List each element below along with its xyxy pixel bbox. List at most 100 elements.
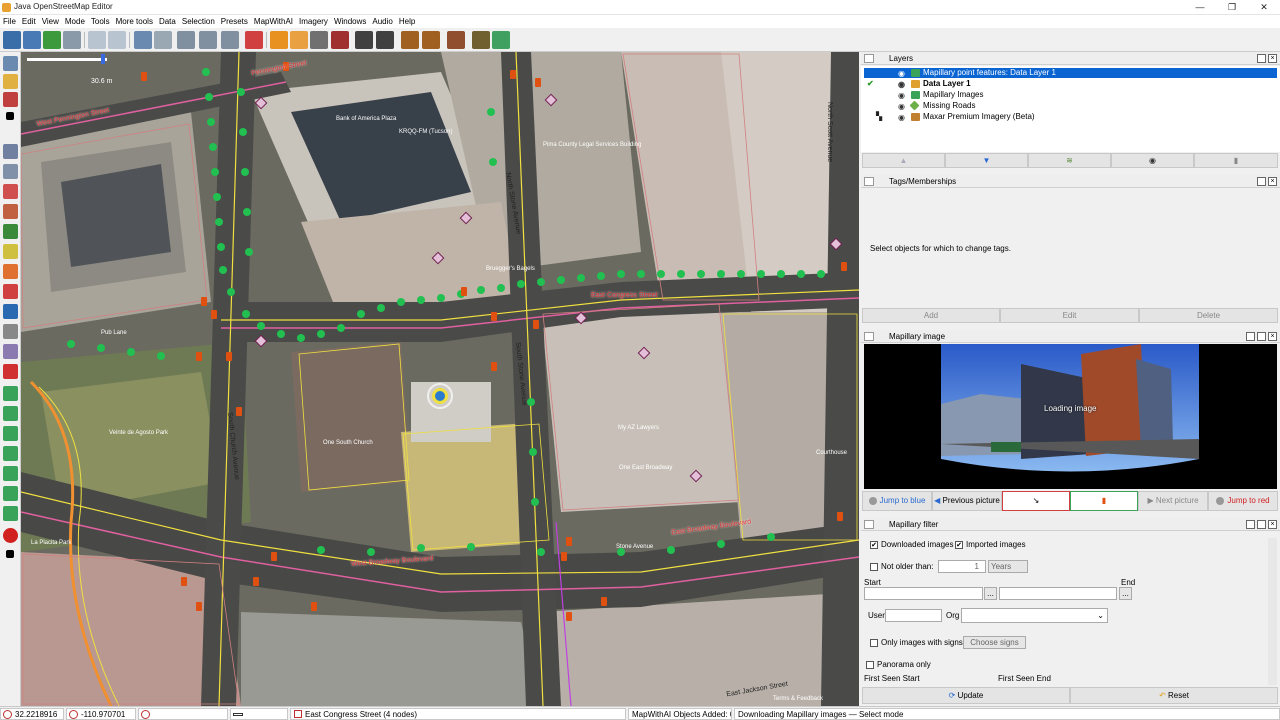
menu-presets[interactable]: Presets: [218, 15, 251, 28]
panel-close-icon[interactable]: ×: [1268, 520, 1277, 529]
panel-toggle-icon[interactable]: [864, 54, 874, 63]
menu-more-tools[interactable]: More tools: [113, 15, 156, 28]
not-older-value-field[interactable]: 1: [938, 560, 986, 573]
mapwithai-icon[interactable]: [492, 31, 510, 49]
next-picture-button[interactable]: ▶ Next picture: [1138, 491, 1208, 511]
previous-picture-button[interactable]: ◀ Previous picture: [932, 491, 1002, 511]
menu-view[interactable]: View: [39, 15, 62, 28]
layers-toggle-icon[interactable]: [3, 144, 18, 159]
org-select[interactable]: ⌄: [961, 608, 1108, 623]
move-up-button[interactable]: ▲: [862, 153, 945, 168]
visibility-eye-icon[interactable]: ◉: [898, 102, 905, 112]
user-field[interactable]: [885, 609, 942, 622]
menu-help[interactable]: Help: [396, 15, 418, 28]
layers-panel-header[interactable]: Layers ×: [861, 52, 1280, 65]
panel-toggle-icon[interactable]: [864, 177, 874, 186]
checkbox-icon[interactable]: ✔: [955, 540, 963, 549]
panorama-only-checkbox[interactable]: Panorama only: [866, 660, 931, 669]
more-tools-arrow-icon[interactable]: [6, 112, 14, 120]
update-button[interactable]: ⟳ Update: [862, 687, 1070, 704]
visibility-eye-icon[interactable]: ◉: [898, 91, 905, 101]
relations-icon[interactable]: [3, 204, 18, 219]
conflict-icon[interactable]: [3, 284, 18, 299]
checkbox-icon[interactable]: [870, 562, 878, 571]
only-signs-checkbox[interactable]: Only images with signs: [870, 638, 963, 647]
maximize-button[interactable]: ❐: [1216, 0, 1248, 15]
mapillary-icon[interactable]: [3, 386, 18, 401]
mapillary-history-icon[interactable]: [3, 446, 18, 461]
location-pin-icon[interactable]: [3, 364, 18, 379]
undock-icon[interactable]: [1257, 54, 1266, 63]
download-icon[interactable]: [43, 31, 61, 49]
more-panels-arrow-icon[interactable]: [6, 550, 14, 558]
map-paint-icon[interactable]: [3, 224, 18, 239]
reverse-way-icon[interactable]: [245, 31, 263, 49]
start-date-field[interactable]: [864, 587, 983, 600]
tags-toggle-icon[interactable]: [3, 164, 18, 179]
menu-imagery[interactable]: Imagery: [296, 15, 331, 28]
delete-layer-button[interactable]: ▮: [1194, 153, 1278, 168]
mapillary-download-icon[interactable]: [3, 466, 18, 481]
choose-signs-button[interactable]: Choose signs: [963, 636, 1026, 649]
mapillary-image-panel-header[interactable]: Mapillary image ×: [861, 330, 1280, 343]
filter-scrollbar[interactable]: [1268, 538, 1277, 685]
layer-row-mapillary-points[interactable]: ◉ Mapillary point features: Data Layer 1: [864, 68, 1277, 78]
end-date-field[interactable]: [999, 587, 1117, 600]
stop-icon[interactable]: [3, 528, 18, 543]
open-file-icon[interactable]: [3, 31, 21, 49]
menu-mapwithai[interactable]: MapWithAI: [251, 15, 296, 28]
notes-icon[interactable]: [3, 344, 18, 359]
preset-info-icon[interactable]: [401, 31, 419, 49]
improve-way-icon[interactable]: [3, 92, 18, 107]
layer-row-maxar[interactable]: ▚ ◉ Maxar Premium Imagery (Beta): [864, 112, 1277, 122]
changeset-icon[interactable]: [3, 244, 18, 259]
menu-windows[interactable]: Windows: [331, 15, 369, 28]
move-down-button[interactable]: ▼: [945, 153, 1028, 168]
tags-panel-header[interactable]: Tags/Memberships ×: [861, 175, 1280, 188]
menu-data[interactable]: Data: [156, 15, 179, 28]
delete-tag-button[interactable]: Delete: [1139, 308, 1278, 323]
undock-icon[interactable]: [1257, 177, 1266, 186]
preset-bus-icon[interactable]: [376, 31, 394, 49]
menu-edit[interactable]: Edit: [19, 15, 39, 28]
undock-icon[interactable]: [1257, 520, 1266, 529]
preset-building-icon[interactable]: [270, 31, 288, 49]
jump-to-blue-button[interactable]: Jump to blue: [862, 491, 932, 511]
align-circle-icon[interactable]: [177, 31, 195, 49]
validation-icon[interactable]: [3, 304, 18, 319]
visibility-eye-icon[interactable]: ◉: [898, 113, 905, 123]
window-icon[interactable]: [1246, 332, 1255, 341]
menu-file[interactable]: File: [0, 15, 19, 28]
end-date-picker-button[interactable]: ...: [1119, 587, 1132, 600]
downloaded-images-checkbox[interactable]: ✔ Downloaded images: [870, 540, 954, 549]
terms-feedback-link[interactable]: Terms & Feedback: [773, 696, 823, 702]
checkbox-icon[interactable]: [866, 660, 874, 669]
align-line-icon[interactable]: [199, 31, 217, 49]
panel-toggle-icon[interactable]: [864, 520, 874, 529]
minimize-button[interactable]: —: [1184, 0, 1216, 15]
visibility-eye-icon[interactable]: ◉: [898, 80, 905, 90]
panel-close-icon[interactable]: ×: [1268, 177, 1277, 186]
add-tag-button[interactable]: Add: [862, 308, 1000, 323]
undock-icon[interactable]: [1257, 332, 1266, 341]
menu-selection[interactable]: Selection: [179, 15, 218, 28]
mapillary-upload-icon[interactable]: [3, 486, 18, 501]
toggle-visibility-button[interactable]: ◉: [1111, 153, 1194, 168]
undo-icon[interactable]: [88, 31, 106, 49]
layer-row-data-layer-1[interactable]: ✔ ◉ Data Layer 1: [864, 79, 1277, 89]
map-view[interactable]: 30.6 m West Pennington Street Pennington…: [21, 52, 859, 706]
split-way-icon[interactable]: [221, 31, 239, 49]
panel-close-icon[interactable]: ×: [1268, 332, 1277, 341]
mapillary-image-viewer[interactable]: Loading image: [864, 344, 1277, 489]
checkbox-icon[interactable]: ✔: [870, 540, 878, 549]
layer-row-missing-roads[interactable]: ◉ Missing Roads: [864, 100, 1277, 112]
imported-images-checkbox[interactable]: ✔ Imported images: [955, 540, 1026, 549]
menu-mode[interactable]: Mode: [62, 15, 88, 28]
panel-toggle-icon[interactable]: [864, 332, 874, 341]
preset-wall-icon[interactable]: [331, 31, 349, 49]
mapillary-filter-icon[interactable]: [3, 506, 18, 521]
visibility-eye-icon[interactable]: ◉: [898, 69, 905, 79]
preset-car-icon[interactable]: [355, 31, 373, 49]
filter-icon[interactable]: [3, 324, 18, 339]
reset-button[interactable]: ↶ Reset: [1070, 687, 1278, 704]
